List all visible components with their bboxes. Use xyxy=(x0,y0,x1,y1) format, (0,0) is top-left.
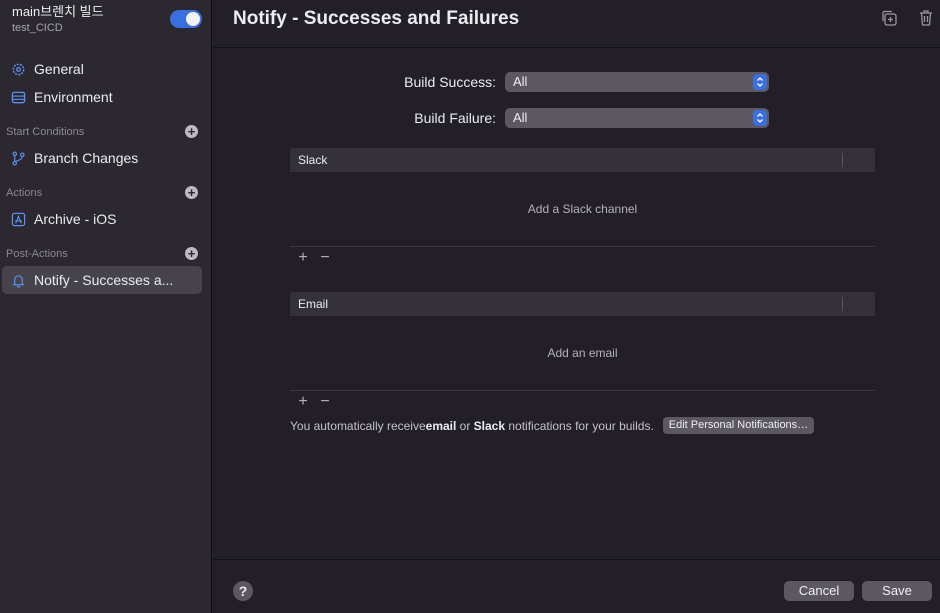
duplicate-icon[interactable] xyxy=(880,9,898,32)
branch-icon xyxy=(10,150,26,166)
notification-note: You automatically receive email or Slack… xyxy=(290,417,815,434)
slack-empty-text: Add a Slack channel xyxy=(527,202,638,216)
footer-divider xyxy=(213,559,940,560)
app-store-icon xyxy=(10,211,26,227)
build-failure-select[interactable]: All xyxy=(505,108,769,128)
remove-email-button[interactable]: − xyxy=(318,394,332,410)
section-label: Actions xyxy=(6,187,43,199)
build-failure-label: Build Failure: xyxy=(414,110,496,126)
chevron-updown-icon xyxy=(753,74,767,90)
sidebar-item-label: Archive - iOS xyxy=(34,211,117,227)
slack-empty-state: Add a Slack channel xyxy=(290,172,875,246)
workflow-title: main브렌치 빌드 xyxy=(12,4,104,19)
section-post-actions: Post-Actions + xyxy=(6,246,198,262)
email-empty-text: Add an email xyxy=(547,346,618,360)
slack-table-controls: + − xyxy=(290,246,875,269)
sidebar-item-label: Notify - Successes a... xyxy=(34,272,174,288)
note-part1: You automatically receive xyxy=(290,418,426,433)
server-icon xyxy=(10,89,26,105)
page-title: Notify - Successes and Failures xyxy=(233,8,520,29)
workflow-enabled-toggle[interactable] xyxy=(170,10,202,28)
slack-table-header: Slack xyxy=(290,148,875,172)
save-button[interactable]: Save xyxy=(862,581,932,601)
sidebar-item-branch-changes[interactable]: Branch Changes xyxy=(2,144,202,172)
header-actions xyxy=(880,9,934,32)
note-part3: notifications for your builds. xyxy=(505,418,654,433)
section-label: Post-Actions xyxy=(6,248,68,260)
add-email-button[interactable]: + xyxy=(296,394,310,410)
sidebar-item-environment[interactable]: Environment xyxy=(2,83,202,111)
note-part2: or xyxy=(456,418,474,433)
email-empty-state: Add an email xyxy=(290,316,875,390)
build-failure-row: Build Failure: All xyxy=(296,108,769,128)
add-post-action-button[interactable]: + xyxy=(185,247,198,260)
gear-icon xyxy=(10,61,26,77)
sidebar-item-label: General xyxy=(34,61,84,77)
remove-slack-channel-button[interactable]: − xyxy=(318,250,332,266)
email-table-header: Email xyxy=(290,292,875,316)
build-success-value: All xyxy=(513,74,528,89)
note-email-word: email xyxy=(425,418,457,433)
header-divider xyxy=(213,47,940,48)
sidebar: main브렌치 빌드 test_CICD General Environment… xyxy=(0,0,212,613)
workflow-header: main브렌치 빌드 test_CICD xyxy=(12,4,104,35)
help-button[interactable]: ? xyxy=(233,581,253,601)
note-slack-word: Slack xyxy=(473,418,506,433)
edit-personal-notifications-button[interactable]: Edit Personal Notifications… xyxy=(662,417,815,434)
build-success-select[interactable]: All xyxy=(505,72,769,92)
sidebar-item-general[interactable]: General xyxy=(2,55,202,83)
section-actions: Actions + xyxy=(6,185,198,201)
build-success-label: Build Success: xyxy=(404,74,496,90)
column-divider xyxy=(842,153,843,167)
email-table-controls: + − xyxy=(290,390,875,413)
sidebar-item-archive-ios[interactable]: Archive - iOS xyxy=(2,205,202,233)
slack-table: Slack Add a Slack channel + − xyxy=(290,148,875,269)
email-table: Email Add an email + − xyxy=(290,292,875,413)
bell-icon xyxy=(10,272,26,288)
add-action-button[interactable]: + xyxy=(185,186,198,199)
cancel-button[interactable]: Cancel xyxy=(784,581,854,601)
add-start-condition-button[interactable]: + xyxy=(185,125,198,138)
email-header-label: Email xyxy=(298,297,329,311)
build-failure-value: All xyxy=(513,110,528,125)
build-success-row: Build Success: All xyxy=(296,72,769,92)
sidebar-item-label: Branch Changes xyxy=(34,150,139,166)
section-label: Start Conditions xyxy=(6,126,85,138)
column-divider xyxy=(842,297,843,311)
workflow-subtitle: test_CICD xyxy=(12,22,63,34)
sidebar-item-label: Environment xyxy=(34,89,113,105)
sidebar-item-notify[interactable]: Notify - Successes a... xyxy=(2,266,202,294)
trash-icon[interactable] xyxy=(918,9,934,32)
slack-header-label: Slack xyxy=(298,153,328,167)
toggle-knob xyxy=(186,12,200,26)
add-slack-channel-button[interactable]: + xyxy=(296,250,310,266)
section-start-conditions: Start Conditions + xyxy=(6,124,198,140)
chevron-updown-icon xyxy=(753,110,767,126)
main-panel: Notify - Successes and Failures Build Su… xyxy=(213,0,940,613)
